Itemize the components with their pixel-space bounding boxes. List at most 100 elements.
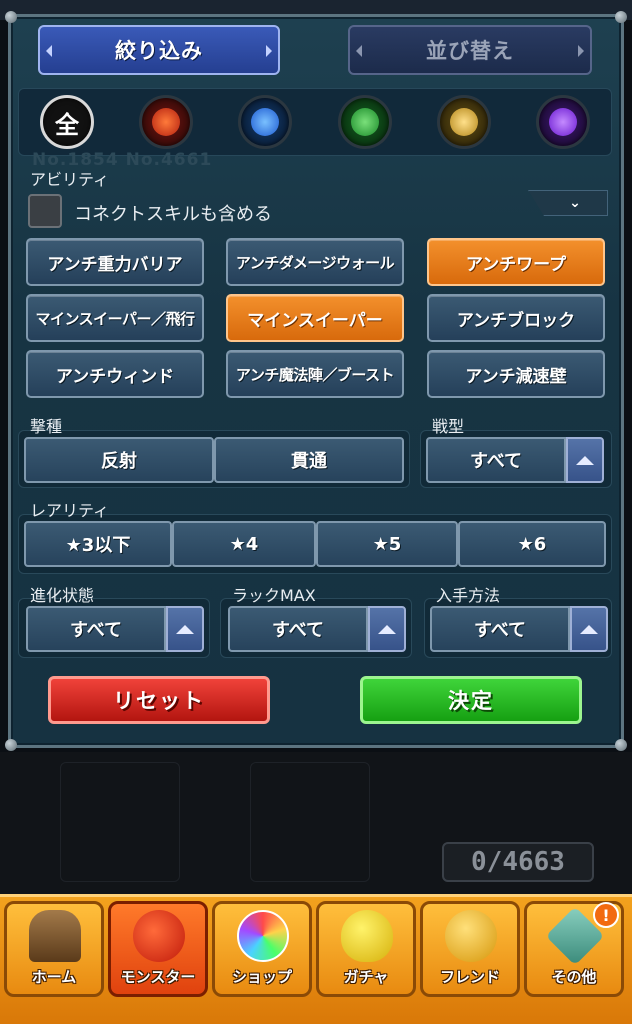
dark-icon: [549, 108, 577, 136]
bottom-navigation: ホーム モンスター ショップ ガチャ フレンド その他 !: [0, 894, 632, 1024]
rarity-3-or-less-button[interactable]: ★3以下: [24, 521, 172, 567]
nav-item-label: その他: [551, 968, 597, 986]
dropdown-arrow-button[interactable]: [566, 437, 604, 483]
nav-item-shop[interactable]: ショップ: [212, 901, 312, 997]
nav-item-gacha[interactable]: ガチャ: [316, 901, 416, 997]
element-water-button[interactable]: [238, 95, 292, 149]
element-all-button[interactable]: 全: [40, 95, 94, 149]
strike-type-pierce-button[interactable]: 貫通: [214, 437, 404, 483]
ability-button-label: アンチ減速壁: [465, 366, 567, 387]
ability-button-anti-magic-circle[interactable]: アンチ魔法陣／ブースト: [226, 350, 404, 398]
evolution-title: 進化状態: [30, 586, 95, 605]
segment-label: 反射: [101, 451, 137, 472]
tab-sort-label: 並び替え: [426, 39, 514, 63]
segment-label: ★6: [517, 533, 547, 555]
triangle-up-icon: [176, 624, 194, 634]
water-icon: [251, 108, 279, 136]
ability-button-label: アンチウィンド: [55, 366, 175, 387]
dropdown-arrow-button[interactable]: [570, 606, 608, 652]
ability-button-label: マインスイーパー／飛行: [35, 309, 195, 328]
caret-right-icon: [266, 45, 272, 57]
segment-label: ★5: [372, 533, 402, 555]
segment-label: ★4: [229, 533, 259, 555]
dropdown-arrow-button[interactable]: [368, 606, 406, 652]
monster-icon: [133, 910, 185, 962]
ability-button-minesweeper[interactable]: マインスイーパー: [226, 294, 404, 342]
dropdown-value: すべて: [26, 606, 166, 652]
element-all-label: 全: [55, 110, 79, 139]
element-dark-button[interactable]: [536, 95, 590, 149]
rivet-decoration: [615, 739, 627, 751]
nav-item-home[interactable]: ホーム: [4, 901, 104, 997]
obtain-method-title: 入手方法: [436, 586, 501, 605]
nav-item-other[interactable]: その他 !: [524, 901, 624, 997]
nav-item-label: モンスター: [120, 968, 196, 986]
nav-item-label: ガチャ: [343, 968, 389, 986]
confirm-button-label: 決定: [448, 689, 494, 713]
ability-title: アビリティ: [30, 170, 110, 189]
ability-button-label: アンチワープ: [465, 254, 567, 275]
ability-button-minesweeper-flight[interactable]: マインスイーパー／飛行: [26, 294, 204, 342]
element-wood-button[interactable]: [338, 95, 392, 149]
connect-skill-checkbox[interactable]: [28, 194, 62, 228]
obtain-method-dropdown[interactable]: すべて: [430, 606, 608, 652]
monster-count-display: 0/4663: [442, 842, 594, 882]
list-slot-placeholder: [60, 762, 180, 882]
ability-button-anti-slow-wall[interactable]: アンチ減速壁: [427, 350, 605, 398]
tab-filter[interactable]: 絞り込み: [38, 25, 280, 75]
battle-type-title: 戦型: [432, 417, 465, 436]
nav-item-monster[interactable]: モンスター: [108, 901, 208, 997]
reset-button[interactable]: リセット: [48, 676, 270, 724]
friend-icon: [445, 910, 497, 962]
rivet-decoration: [5, 739, 17, 751]
triangle-up-icon: [378, 624, 396, 634]
ability-button-anti-warp[interactable]: アンチワープ: [427, 238, 605, 286]
tab-filter-label: 絞り込み: [115, 39, 203, 63]
ability-button-anti-block[interactable]: アンチブロック: [427, 294, 605, 342]
element-light-button[interactable]: [437, 95, 491, 149]
rarity-6-button[interactable]: ★6: [458, 521, 606, 567]
triangle-up-icon: [580, 624, 598, 634]
home-icon: [29, 910, 81, 962]
battle-type-dropdown[interactable]: すべて: [426, 437, 604, 483]
nav-item-friend[interactable]: フレンド: [420, 901, 520, 997]
fire-icon: [152, 108, 180, 136]
rarity-5-button[interactable]: ★5: [316, 521, 458, 567]
dropdown-value: すべて: [426, 437, 566, 483]
ability-button-label: アンチダメージウォール: [235, 253, 395, 272]
ability-button-anti-gravity[interactable]: アンチ重力バリア: [26, 238, 204, 286]
element-fire-button[interactable]: [139, 95, 193, 149]
nav-item-label: ホーム: [31, 968, 77, 986]
chevron-down-icon: ⌄: [569, 195, 581, 211]
ability-button-label: マインスイーパー: [247, 310, 383, 331]
nav-item-label: フレンド: [439, 968, 500, 986]
luck-max-title: ラックMAX: [232, 586, 316, 605]
strike-type-reflect-button[interactable]: 反射: [24, 437, 214, 483]
reset-button-label: リセット: [113, 689, 205, 713]
notification-badge: !: [593, 902, 619, 928]
caret-left-icon: [46, 45, 52, 57]
light-icon: [450, 108, 478, 136]
tab-sort[interactable]: 並び替え: [348, 25, 592, 75]
caret-right-icon: [578, 45, 584, 57]
gacha-egg-icon: [341, 910, 393, 962]
ability-button-anti-damage-wall[interactable]: アンチダメージウォール: [226, 238, 404, 286]
evolution-dropdown[interactable]: すべて: [26, 606, 204, 652]
shop-orb-icon: [237, 910, 289, 962]
element-filter-row: [18, 88, 612, 156]
nav-item-label: ショップ: [231, 968, 292, 986]
luck-max-dropdown[interactable]: すべて: [228, 606, 406, 652]
wood-icon: [351, 108, 379, 136]
ability-button-anti-wind[interactable]: アンチウィンド: [26, 350, 204, 398]
confirm-button[interactable]: 決定: [360, 676, 582, 724]
rivet-decoration: [615, 11, 627, 23]
dropdown-value: すべて: [228, 606, 368, 652]
strike-type-title: 撃種: [30, 417, 63, 436]
segment-label: ★3以下: [65, 535, 131, 556]
caret-left-icon: [356, 45, 362, 57]
segment-label: 貫通: [291, 451, 327, 472]
rarity-4-button[interactable]: ★4: [172, 521, 316, 567]
rarity-title: レアリティ: [30, 501, 110, 520]
connect-skill-label: コネクトスキルも含める: [74, 204, 272, 225]
dropdown-arrow-button[interactable]: [166, 606, 204, 652]
